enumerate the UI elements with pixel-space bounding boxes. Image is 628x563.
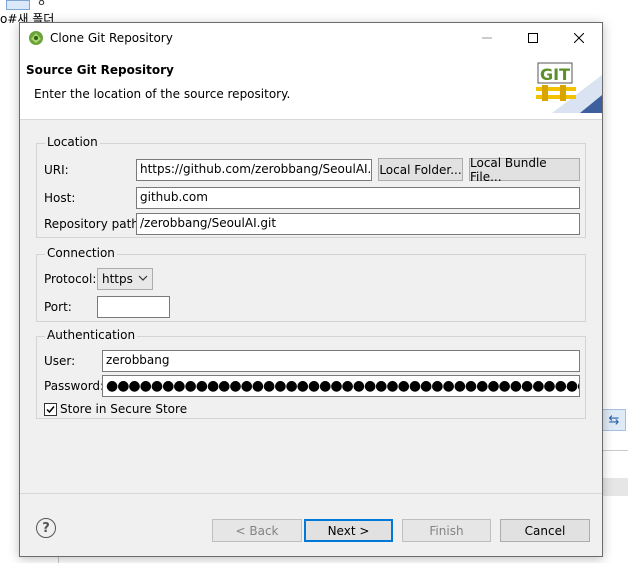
close-icon [574,33,584,43]
user-label: User: [44,354,76,368]
background-toolbar-number: 8 [38,0,45,8]
dialog-title: Clone Git Repository [50,31,173,45]
page-description: Enter the location of the source reposit… [34,87,291,101]
svg-text:GIT: GIT [540,65,570,84]
authentication-group-label: Authentication [45,328,138,342]
clone-git-repository-dialog: Clone Git Repository Source Git Reposito… [19,22,603,557]
protocol-label: Protocol: [44,272,97,286]
title-bar[interactable]: Clone Git Repository [20,23,602,53]
protocol-select[interactable]: https [97,268,153,290]
checkmark-icon [46,406,55,414]
user-input[interactable]: zerobbang [102,350,580,372]
back-button[interactable]: < Back [212,519,302,542]
next-button[interactable]: Next > [304,519,393,542]
cancel-button[interactable]: Cancel [500,519,590,542]
button-bar-separator [20,493,602,494]
minimize-icon [482,37,492,39]
local-folder-button[interactable]: Local Folder... [378,158,463,181]
page-title: Source Git Repository [26,63,174,77]
eclipse-icon [29,31,43,45]
background-divider [602,450,628,451]
store-secure-checkbox[interactable] [44,403,57,416]
authentication-group: Authentication User: zerobbang Password:… [36,328,586,419]
location-group-label: Location [45,135,100,149]
wizard-banner: Source Git Repository Enter the location… [20,53,602,120]
location-group: Location URI: https://github.com/zerobba… [36,135,586,238]
background-toolbar-button[interactable] [6,0,30,10]
background-sync-icon[interactable]: ⇆ [602,409,626,431]
host-label: Host: [44,191,76,205]
repository-path-input[interactable]: /zerobbang/SeoulAI.git [136,213,580,235]
repository-path-label: Repository path: [44,217,143,231]
host-input[interactable]: github.com [136,187,580,209]
background-panel-band [602,478,628,496]
finish-button[interactable]: Finish [402,519,491,542]
help-icon[interactable]: ? [36,518,56,538]
password-input[interactable]: ●●●●●●●●●●●●●●●●●●●●●●●●●●●●●●●●●●●●●●●●… [102,375,580,397]
protocol-value: https [102,272,133,286]
background-toolbar: 8 o#새 폴더 [0,0,628,26]
connection-group-label: Connection [45,246,117,260]
port-label: Port: [44,300,72,314]
close-button[interactable] [556,23,602,53]
password-label: Password: [44,379,105,393]
port-input[interactable] [97,296,170,318]
minimize-button[interactable] [464,23,510,53]
local-bundle-file-button[interactable]: Local Bundle File... [469,156,580,184]
maximize-button[interactable] [510,23,556,53]
uri-label: URI: [44,163,69,177]
store-secure-label[interactable]: Store in Secure Store [60,402,187,416]
uri-input[interactable]: https://github.com/zerobbang/SeoulAI.git [136,159,372,181]
connection-group: Connection Protocol: https Port: [36,246,586,322]
git-logo: GIT [536,62,602,113]
chevron-down-icon [138,275,148,281]
maximize-icon [528,33,538,43]
